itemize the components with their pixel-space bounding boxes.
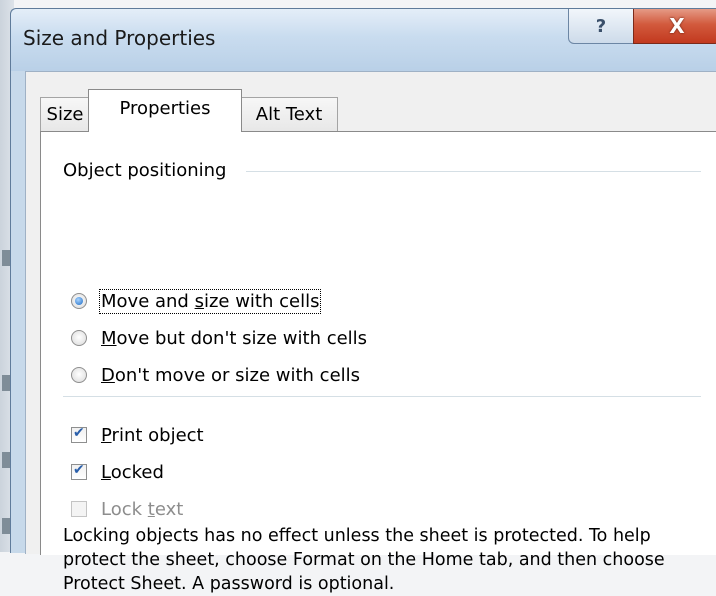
dialog-client-area: Size Alt Text Properties Object position… (25, 71, 716, 594)
radio-dont-move-or-size[interactable]: Don't move or size with cells (71, 360, 360, 390)
close-icon: X (669, 14, 685, 38)
checkbox-checked-icon (71, 425, 87, 443)
radio-unselected-icon (71, 330, 87, 346)
group-divider (246, 171, 701, 172)
checkbox-checked-icon (71, 462, 87, 480)
checkbox-label: Locked (101, 461, 164, 483)
checkbox-locked[interactable]: Locked (71, 457, 164, 487)
dialog-title: Size and Properties (23, 26, 216, 50)
properties-panel: Object positioning Move and size with ce… (40, 131, 716, 594)
tab-properties[interactable]: Properties (88, 89, 242, 132)
size-and-properties-dialog: Size and Properties ? X Size Alt Text Pr… (10, 8, 716, 594)
checkbox-print-object[interactable]: Print object (71, 420, 204, 450)
close-button[interactable]: X (633, 9, 716, 44)
tab-alt-text[interactable]: Alt Text (240, 97, 338, 132)
checkbox-lock-text: Lock text (71, 494, 183, 524)
title-bar[interactable]: Size and Properties ? X (11, 9, 716, 71)
radio-move-and-size[interactable]: Move and size with cells (71, 286, 322, 316)
radio-label: Move and size with cells (98, 288, 322, 314)
checkbox-label: Print object (101, 424, 204, 446)
help-icon: ? (595, 15, 607, 37)
tab-label: Size (46, 104, 84, 125)
group-label-object-positioning: Object positioning (63, 160, 227, 181)
radio-move-dont-size[interactable]: Move but don't size with cells (71, 323, 367, 353)
background-mark (2, 452, 10, 468)
radio-unselected-icon (71, 367, 87, 383)
background-mark (2, 518, 10, 534)
locking-description: Locking objects has no effect unless the… (63, 526, 665, 594)
help-button[interactable]: ? (568, 9, 634, 44)
background-mark (2, 375, 10, 391)
tab-size[interactable]: Size (40, 97, 90, 132)
radio-label: Don't move or size with cells (101, 364, 361, 386)
checkbox-label: Lock text (101, 498, 184, 520)
radio-label: Move but don't size with cells (101, 327, 368, 349)
radio-selected-icon (71, 293, 87, 309)
tab-label: Alt Text (255, 104, 323, 125)
tab-label: Properties (119, 98, 211, 119)
section-divider (63, 396, 701, 397)
checkbox-disabled-icon (71, 501, 87, 517)
background-mark (2, 250, 10, 266)
